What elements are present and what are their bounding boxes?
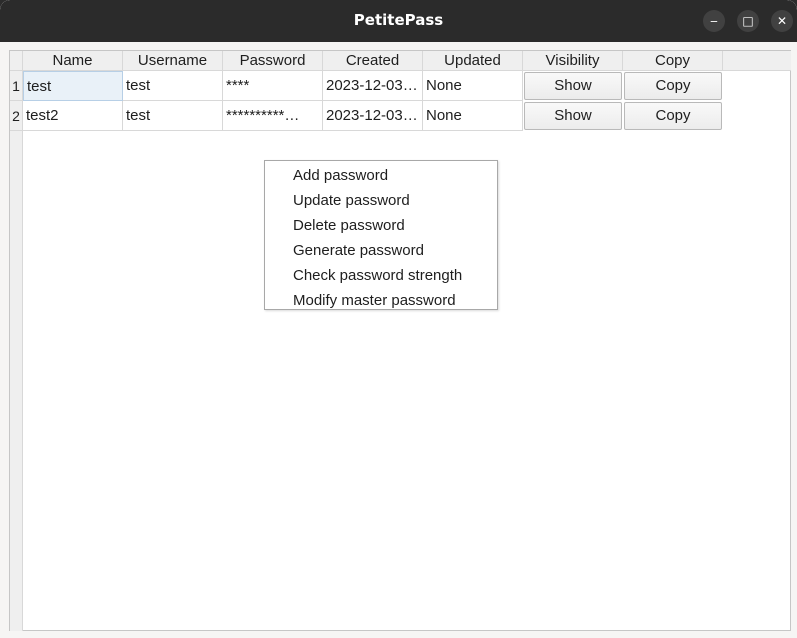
menu-item-delete-password[interactable]: Delete password: [265, 213, 497, 238]
app-window: PetitePass ‒ □ ✕ Name Username Password …: [0, 0, 797, 638]
cell-username[interactable]: test: [123, 71, 223, 101]
menu-item-update-password[interactable]: Update password: [265, 188, 497, 213]
row-header-strip: [10, 71, 23, 631]
cell-username[interactable]: test: [123, 101, 223, 131]
header-filler: [723, 51, 791, 71]
menu-item-modify-master-password[interactable]: Modify master password: [265, 288, 497, 313]
copy-password-button[interactable]: Copy: [624, 102, 722, 130]
show-password-button[interactable]: Show: [524, 72, 622, 100]
show-password-button[interactable]: Show: [524, 102, 622, 130]
menu-item-add-password[interactable]: Add password: [265, 163, 497, 188]
cell-updated[interactable]: None: [423, 71, 523, 101]
column-header-username[interactable]: Username: [123, 51, 223, 71]
cell-created[interactable]: 2023-12-03…: [323, 71, 423, 101]
cell-name[interactable]: test2: [23, 101, 123, 131]
cell-password[interactable]: ****: [223, 71, 323, 101]
column-header-password[interactable]: Password: [223, 51, 323, 71]
minimize-icon[interactable]: ‒: [703, 10, 725, 32]
close-icon[interactable]: ✕: [771, 10, 793, 32]
password-table[interactable]: Name Username Password Created Updated V…: [9, 50, 791, 631]
menu-item-generate-password[interactable]: Generate password: [265, 238, 497, 263]
table-corner[interactable]: [10, 51, 23, 71]
title-bar[interactable]: PetitePass ‒ □ ✕: [0, 0, 797, 42]
maximize-icon[interactable]: □: [737, 10, 759, 32]
cell-name[interactable]: test: [23, 71, 123, 101]
menu-item-check-password-strength[interactable]: Check password strength: [265, 263, 497, 288]
context-menu: Add password Update password Delete pass…: [264, 160, 498, 310]
cell-created[interactable]: 2023-12-03…: [323, 101, 423, 131]
copy-password-button[interactable]: Copy: [624, 72, 722, 100]
row-header-2[interactable]: 2: [10, 101, 23, 131]
column-header-name[interactable]: Name: [23, 51, 123, 71]
column-header-visibility[interactable]: Visibility: [523, 51, 623, 71]
column-header-copy[interactable]: Copy: [623, 51, 723, 71]
cell-password[interactable]: **********…: [223, 101, 323, 131]
column-header-updated[interactable]: Updated: [423, 51, 523, 71]
cell-updated[interactable]: None: [423, 101, 523, 131]
window-title: PetitePass: [353, 11, 444, 29]
column-header-created[interactable]: Created: [323, 51, 423, 71]
row-header-1[interactable]: 1: [10, 71, 23, 101]
